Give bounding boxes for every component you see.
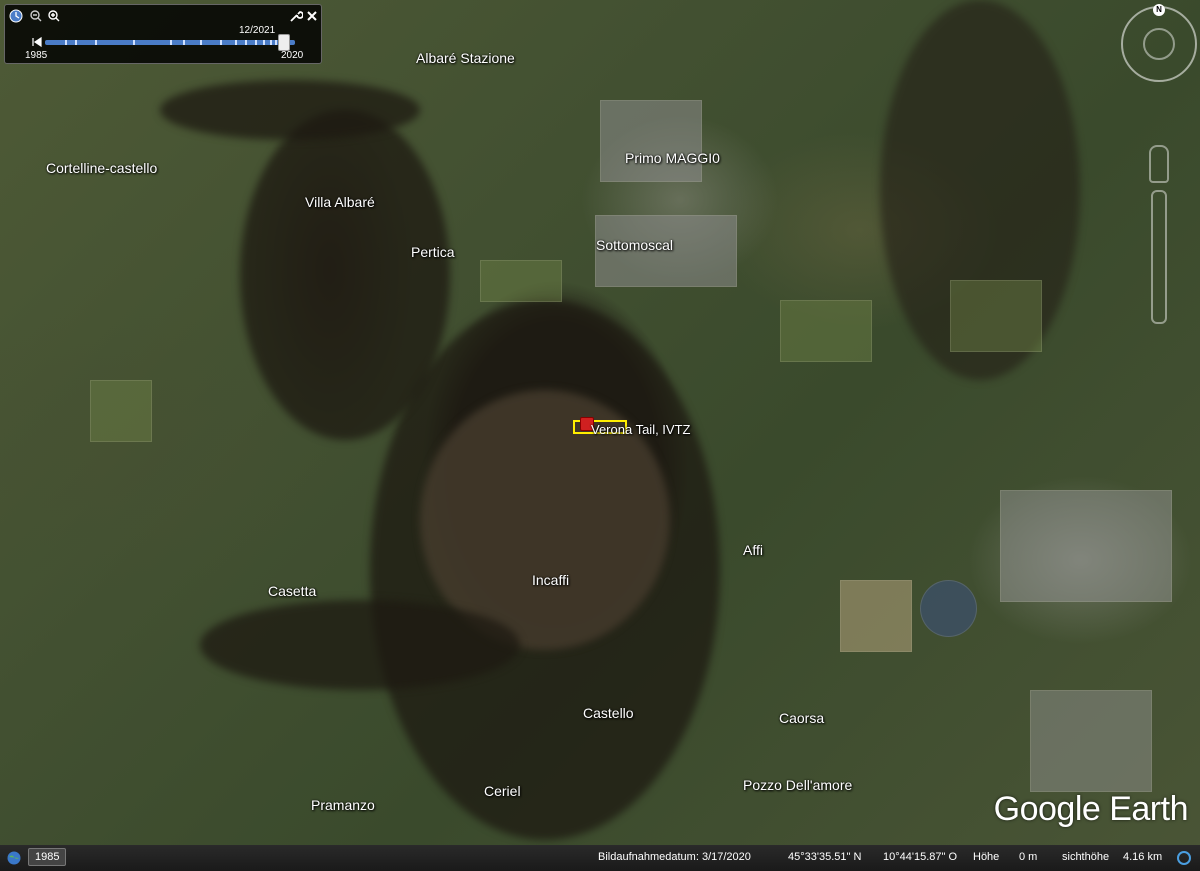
place-label[interactable]: Pozzo Dell'amore <box>743 777 852 793</box>
north-indicator-icon[interactable]: N <box>1153 4 1165 16</box>
imagery-year-badge[interactable]: 1985 <box>28 848 67 866</box>
eye-altitude-value: 4.16 km <box>1123 851 1163 863</box>
placemark-label[interactable]: Verona Tail, IVTZ <box>591 422 690 437</box>
compass-control[interactable]: N <box>1121 4 1197 82</box>
imagery-date-tick <box>95 40 97 45</box>
place-label[interactable]: Castello <box>583 705 634 721</box>
imagery-date-tick <box>200 40 202 45</box>
place-label[interactable]: Pramanzo <box>311 797 375 813</box>
time-slider-thumb[interactable] <box>278 34 290 51</box>
time-slider[interactable] <box>45 34 295 51</box>
imagery-date-tick <box>133 40 135 45</box>
longitude: 10°44'15.87" O <box>883 851 958 863</box>
place-label[interactable]: Pertica <box>411 244 455 260</box>
imagery-date-tick <box>245 40 247 45</box>
place-label[interactable]: Affi <box>743 542 763 558</box>
elevation-label: Höhe <box>973 851 1000 863</box>
close-icon[interactable] <box>305 9 319 23</box>
image-date: Bildaufnahmedatum: 3/17/2020 <box>598 851 751 863</box>
status-bar: 1985 Bildaufnahmedatum: 3/17/2020 45°33'… <box>0 845 1200 871</box>
imagery-date-tick <box>235 40 237 45</box>
google-earth-logo: Google Earth <box>993 790 1189 828</box>
zoom-out-icon[interactable] <box>29 9 43 23</box>
imagery-date-tick <box>65 40 67 45</box>
imagery-date-tick <box>275 40 277 45</box>
streaming-indicator-icon <box>1176 850 1192 869</box>
imagery-date-tick <box>170 40 172 45</box>
clock-icon[interactable] <box>9 9 23 23</box>
imagery-date-tick <box>220 40 222 45</box>
play-back-icon[interactable] <box>30 36 44 50</box>
satellite-map[interactable]: Albaré Stazione Cortelline-castello Vill… <box>0 0 1200 871</box>
imagery-date-tick <box>263 40 265 45</box>
place-label[interactable]: Casetta <box>268 583 316 599</box>
wrench-icon[interactable] <box>289 9 304 23</box>
imagery-date-tick <box>75 40 77 45</box>
place-label[interactable]: Villa Albaré <box>305 194 375 210</box>
start-year-label: 1985 <box>25 50 48 61</box>
street-view-pegman-icon[interactable] <box>1149 145 1169 183</box>
place-label[interactable]: Caorsa <box>779 710 824 726</box>
globe-icon <box>6 850 22 869</box>
latitude: 45°33'35.51" N <box>788 851 862 863</box>
place-label[interactable]: Ceriel <box>484 783 521 799</box>
current-date-label: 12/2021 <box>239 25 276 36</box>
zoom-slider[interactable] <box>1151 190 1167 324</box>
end-year-label: 2020 <box>281 50 304 61</box>
place-label[interactable]: Sottomoscal <box>596 237 673 253</box>
look-joystick[interactable] <box>1143 28 1175 60</box>
imagery-date-tick <box>183 40 185 45</box>
place-label[interactable]: Albaré Stazione <box>416 50 515 66</box>
place-label[interactable]: Incaffi <box>532 572 569 588</box>
elevation-value: 0 m <box>1019 851 1038 863</box>
zoom-in-icon[interactable] <box>47 9 61 23</box>
place-label[interactable]: Primo MAGGI0 <box>625 150 720 166</box>
place-label[interactable]: Cortelline-castello <box>46 160 157 176</box>
imagery-date-tick <box>270 40 272 45</box>
eye-altitude-label: sichthöhe <box>1062 851 1110 863</box>
historical-imagery-panel: 12/2021 1985 2020 <box>4 4 322 64</box>
imagery-date-tick <box>255 40 257 45</box>
